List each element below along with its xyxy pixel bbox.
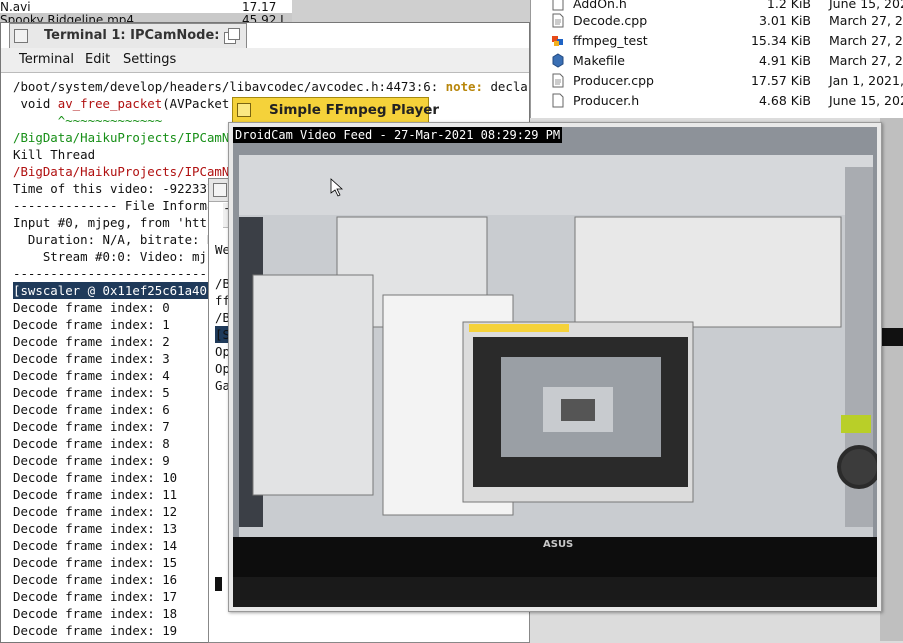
- terminal-line: /boot/system/develop/headers/libavcodec/…: [13, 79, 529, 94]
- terminal-line: /BigData/HaikuProjects/IPCamNode: [13, 130, 252, 145]
- terminal-line: -------------- File Informa: [13, 198, 215, 213]
- terminal-line: Decode frame index: 16: [13, 572, 178, 587]
- file-name: ffmpeg_test: [573, 33, 648, 48]
- terminal-line: [swscaler @ 0x11ef25c61a40]: [13, 282, 215, 299]
- terminal-line: Decode frame index: 2: [13, 334, 170, 349]
- terminal-line: Decode frame index: 3: [13, 351, 170, 366]
- terminal-line: Decode frame index: 18: [13, 606, 178, 621]
- terminal-line: Decode frame index: 17: [13, 589, 178, 604]
- file-manager-window: AddOn.h 1.2 KiB June 15, 2020 Decode.cpp…: [530, 0, 903, 118]
- source-file-icon: [552, 13, 564, 28]
- terminal-title-tab[interactable]: Terminal 1: IPCamNode: --: [9, 23, 247, 48]
- source-file-icon: [552, 73, 564, 88]
- file-size: 1.2 KiB: [766, 0, 811, 11]
- svg-text:ASUS: ASUS: [543, 539, 573, 550]
- video-feed[interactable]: ASUS DroidCam Video Feed - 27-Mar-2021 0…: [233, 127, 877, 607]
- file-size: 17.17: [242, 0, 277, 14]
- terminal-line: Input #0, mjpeg, from 'http: [13, 215, 215, 230]
- terminal-line: Decode frame index: 10: [13, 470, 178, 485]
- file-size: 17.57 KiB: [750, 73, 811, 88]
- desktop-bar: [880, 328, 903, 346]
- player-title-tab[interactable]: Simple FFmpeg Player: [232, 97, 439, 123]
- menu-bar: Terminal Edit Settings: [1, 48, 529, 73]
- file-row[interactable]: ffmpeg_test 15.34 KiB March 27, 2021: [531, 31, 903, 51]
- terminal-line: Decode frame index: 1: [13, 317, 170, 332]
- terminal-line: Decode frame index: 19: [13, 623, 178, 638]
- terminal-line: ----------------------------: [13, 266, 222, 281]
- terminal-line: Decode frame index: 13: [13, 521, 178, 536]
- file-name: Producer.cpp: [573, 73, 654, 88]
- file-size: 3.01 KiB: [758, 13, 811, 28]
- zoom-button[interactable]: [228, 28, 240, 40]
- executable-icon: [552, 36, 563, 46]
- header-file-icon: [552, 0, 564, 11]
- terminal-line: Time of this video: -92233720: [13, 181, 230, 196]
- terminal-line: Stream #0:0: Video: mjpe: [13, 249, 222, 264]
- terminal-line: Decode frame index: 15: [13, 555, 178, 570]
- file-date: March 27, 2021: [829, 13, 903, 28]
- player-title: Simple FFmpeg Player: [269, 102, 440, 118]
- video-osd-timestamp: DroidCam Video Feed - 27-Mar-2021 08:29:…: [233, 127, 563, 143]
- terminal-line: Decode frame index: 0: [13, 300, 170, 315]
- terminal-line: Decode frame index: 9: [13, 453, 170, 468]
- terminal-line: Decode frame index: 8: [13, 436, 170, 451]
- makefile-icon: [552, 53, 564, 68]
- file-name: AddOn.h: [573, 0, 627, 11]
- file-size: 4.91 KiB: [758, 53, 811, 68]
- terminal-line: Kill Thread: [13, 147, 96, 162]
- header-file-icon: [552, 93, 564, 108]
- file-row[interactable]: Producer.cpp 17.57 KiB Jan 1, 2021, 1: [531, 71, 903, 91]
- file-date: June 15, 2020: [829, 0, 903, 11]
- terminal-line: Decode frame index: 11: [13, 487, 178, 502]
- text-cursor: [215, 577, 222, 591]
- file-size: 4.68 KiB: [758, 93, 811, 108]
- ffmpeg-player-window: ASUS DroidCam Video Feed - 27-Mar-2021 0…: [228, 122, 882, 612]
- file-name: N.avi: [0, 0, 31, 14]
- terminal-line: Decode frame index: 12: [13, 504, 178, 519]
- menu-settings[interactable]: Settings: [123, 52, 176, 67]
- menu-terminal[interactable]: Terminal: [19, 52, 74, 67]
- file-date: June 15, 2020: [829, 93, 903, 108]
- menu-edit[interactable]: Edit: [85, 52, 110, 67]
- file-row[interactable]: Decode.cpp 3.01 KiB March 27, 2021: [531, 11, 903, 31]
- file-date: March 27, 2021: [829, 53, 903, 68]
- terminal-line: Decode frame index: 4: [13, 368, 170, 383]
- terminal-line: Decode frame index: 7: [13, 419, 170, 434]
- file-name: Producer.h: [573, 93, 640, 108]
- terminal-title: Terminal 1: IPCamNode: --: [44, 28, 235, 43]
- file-date: March 27, 2021: [829, 33, 903, 48]
- terminal-line: Decode frame index: 6: [13, 402, 170, 417]
- terminal-line: Decode frame index: 14: [13, 538, 178, 553]
- terminal-line: Decode frame index: 5: [13, 385, 170, 400]
- file-name: Makefile: [573, 53, 625, 68]
- terminal-line: ^~~~~~~~~~~~~~: [13, 113, 163, 128]
- file-row[interactable]: Makefile 4.91 KiB March 27, 2021: [531, 51, 903, 71]
- file-name: Decode.cpp: [573, 13, 648, 28]
- file-date: Jan 1, 2021, 1: [829, 73, 903, 88]
- close-button[interactable]: [213, 183, 227, 197]
- file-size: 15.34 KiB: [750, 33, 811, 48]
- close-button[interactable]: [237, 103, 251, 117]
- file-row[interactable]: Producer.h 4.68 KiB June 15, 2020: [531, 91, 903, 111]
- terminal-line: Duration: N/A, bitrate: N/: [13, 232, 222, 247]
- close-button[interactable]: [14, 29, 28, 43]
- file-row[interactable]: N.avi 17.17: [0, 0, 292, 14]
- desktop-background-right: [880, 118, 903, 641]
- camera-photo: ASUS: [233, 127, 877, 607]
